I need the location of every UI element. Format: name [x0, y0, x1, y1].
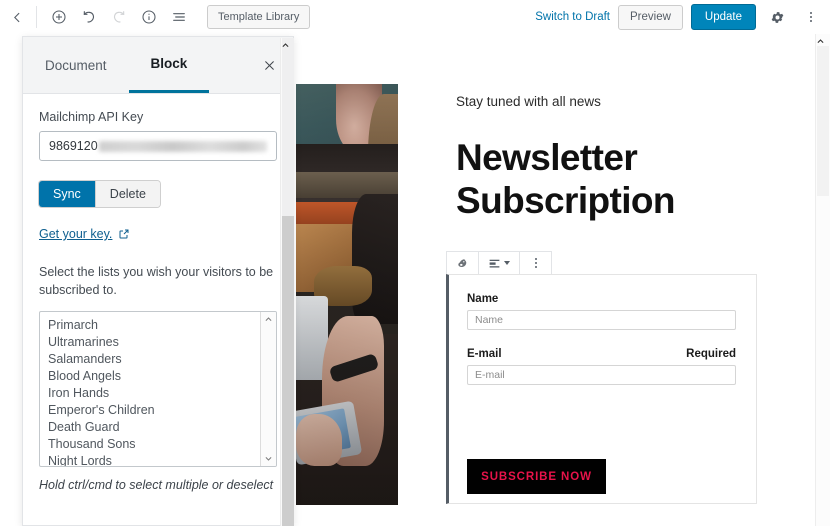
list-item[interactable]: Emperor's Children [48, 402, 276, 419]
template-library-label: Template Library [218, 11, 300, 23]
api-key-actions: Sync Delete [39, 181, 160, 207]
tab-block[interactable]: Block [128, 37, 210, 93]
block-settings-sidebar: Document Block Mailchimp API Key 9869120… [22, 36, 294, 526]
sidebar-tabs: Document Block [23, 37, 293, 94]
subscribe-button-label: SUBSCRIBE NOW [481, 470, 592, 483]
get-your-key-link[interactable]: Get your key. [39, 227, 277, 241]
info-circle-icon[interactable] [135, 3, 163, 31]
redo-arrow-icon[interactable] [105, 3, 133, 31]
list-item[interactable]: Ultramarines [48, 334, 276, 351]
name-label-row: Name [467, 293, 736, 305]
editor-scrollbar[interactable] [815, 34, 830, 526]
heading-line-1: Newsletter [456, 137, 638, 178]
name-label: Name [467, 293, 499, 305]
list-item[interactable]: Death Guard [48, 419, 276, 436]
list-item[interactable]: Blood Angels [48, 368, 276, 385]
chevron-down-icon [504, 261, 510, 265]
lists-note: Hold ctrl/cmd to select multiple or dese… [39, 478, 274, 493]
form-fields: Name Name E-mail Required E-mail [449, 275, 756, 385]
wordpress-block-editor: Template Library Switch to Draft Preview… [0, 0, 830, 526]
subscribe-button[interactable]: SUBSCRIBE NOW [467, 459, 606, 494]
toolbar-divider [36, 6, 37, 28]
toolbar-icon-group [39, 3, 193, 31]
eyebrow-text[interactable]: Stay tuned with all news [456, 94, 796, 109]
template-library-button[interactable]: Template Library [207, 5, 311, 29]
list-item[interactable]: Iron Hands [48, 385, 276, 402]
external-link-icon [119, 229, 129, 239]
sidebar-scroll-up-icon[interactable] [281, 41, 295, 50]
sidebar-body: Mailchimp API Key 9869120 Sync Delete Ge… [23, 94, 293, 495]
page-title[interactable]: Newsletter Subscription [456, 137, 796, 223]
tab-document[interactable]: Document [23, 37, 129, 93]
sidebar-scrollbar-track[interactable] [282, 216, 294, 526]
mailchimp-lists-select[interactable]: Primarch Ultramarines Salamanders Blood … [39, 311, 277, 468]
align-block-button[interactable] [479, 252, 520, 274]
mailchimp-freddie-icon[interactable] [447, 252, 479, 274]
api-key-input[interactable]: 9869120 [39, 131, 277, 161]
chevron-down-icon [265, 457, 272, 461]
block-more-options-icon[interactable] [520, 252, 551, 274]
name-input[interactable]: Name [467, 310, 736, 330]
get-your-key-label: Get your key. [39, 227, 113, 241]
delete-button[interactable]: Delete [94, 181, 160, 207]
list-item[interactable]: Night Lords [48, 453, 276, 466]
email-placeholder: E-mail [475, 369, 505, 381]
name-placeholder: Name [475, 314, 504, 326]
more-dots [534, 258, 537, 268]
lists-help-text: Select the lists you wish your visitors … [39, 265, 274, 298]
hero-image-overlay [296, 84, 398, 505]
sync-button[interactable]: Sync [39, 181, 95, 207]
editor-toolbar: Template Library Switch to Draft Preview… [0, 0, 830, 35]
api-key-value: 9869120 [49, 139, 98, 153]
toolbar-right-group: Switch to Draft Preview Update [535, 3, 830, 31]
editor-scroll-up-icon[interactable] [816, 37, 830, 46]
list-item[interactable]: Primarch [48, 317, 276, 334]
api-key-redacted-region [98, 140, 267, 152]
list-item[interactable]: Salamanders [48, 351, 276, 368]
email-input[interactable]: E-mail [467, 365, 736, 385]
mailchimp-form-block[interactable]: Name Name E-mail Required E-mail SUBSCRI… [446, 274, 757, 504]
chevron-up-icon [265, 317, 272, 322]
email-label: E-mail [467, 348, 502, 360]
add-block-icon[interactable] [45, 3, 73, 31]
preview-label: Preview [630, 11, 671, 23]
hero-image-block[interactable] [296, 84, 398, 505]
gear-icon[interactable] [764, 3, 790, 31]
update-button[interactable]: Update [690, 4, 756, 30]
heading-line-2: Subscription [456, 179, 676, 221]
lists-scrollbar[interactable] [260, 312, 276, 467]
back-button[interactable] [0, 0, 34, 34]
sidebar-scrollbar[interactable] [280, 38, 294, 526]
block-toolbar [446, 251, 552, 275]
lists-options: Primarch Ultramarines Salamanders Blood … [40, 312, 276, 466]
preview-button[interactable]: Preview [618, 4, 683, 30]
more-dots [810, 12, 812, 22]
email-label-row: E-mail Required [467, 348, 736, 360]
hero-text-column: Stay tuned with all news Newsletter Subs… [456, 94, 796, 223]
email-required-label: Required [686, 348, 736, 360]
sidebar-scrollbar-thumb[interactable] [282, 38, 294, 216]
update-label: Update [704, 11, 742, 23]
switch-to-draft-button[interactable]: Switch to Draft [535, 11, 610, 23]
undo-arrow-icon[interactable] [75, 3, 103, 31]
list-view-icon[interactable] [165, 3, 193, 31]
api-key-label: Mailchimp API Key [39, 110, 144, 124]
list-item[interactable]: Thousand Sons [48, 436, 276, 453]
more-vertical-icon[interactable] [798, 3, 824, 31]
editor-scrollbar-thumb[interactable] [817, 46, 829, 196]
